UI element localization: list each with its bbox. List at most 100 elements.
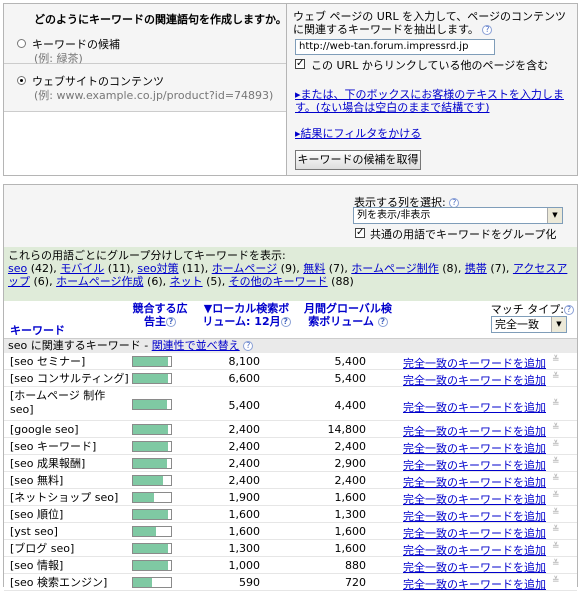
competition-bar-fill	[133, 374, 169, 383]
table-header: キーワード 競合する広告主? ▼ローカル検索ボリューム: 12月? 月間グローバ…	[4, 301, 577, 339]
global-volume-cell: 14,800	[327, 423, 367, 436]
dropdown-arrow-icon: ▼	[547, 208, 562, 223]
competition-bar-fill	[133, 544, 169, 553]
keyword-cell: [ブログ seo]	[10, 542, 75, 555]
filter-results-link[interactable]: ▸結果にフィルタをかける	[295, 125, 421, 141]
include-links-label: この URL からリンクしている他のページを含む	[311, 59, 549, 72]
keyword-cell: [seo 成果報酬]	[10, 457, 86, 470]
local-volume-cell: 1,600	[228, 508, 261, 521]
columns-select[interactable]: 列を表示/非表示 ▼	[353, 207, 563, 224]
competition-bar	[132, 560, 172, 571]
competition-bar-fill	[133, 527, 156, 536]
local-volume-cell: 1,900	[228, 491, 261, 504]
add-exact-keyword-link[interactable]: 完全一致のキーワードを追加	[403, 542, 546, 558]
group-term-link[interactable]: 携帯	[465, 262, 487, 275]
url-instruction: ウェブ ページの URL を入力して、ページのコンテンツに関連するキーワードを抽…	[293, 10, 566, 36]
add-exact-keyword-link[interactable]: 完全一致のキーワードを追加	[403, 372, 546, 388]
chevron-down-icon[interactable]: ≚	[552, 474, 560, 484]
help-icon[interactable]: ?	[377, 317, 388, 327]
col-header-competition[interactable]: 競合する広告主?	[129, 302, 191, 328]
help-icon[interactable]: ?	[166, 317, 176, 327]
custom-text-link[interactable]: ▸または、下のボックスにお客様のテキストを入力します。(ない場合は空白のままで結…	[295, 88, 573, 114]
chevron-down-icon[interactable]: ≚	[552, 542, 560, 552]
keyword-cell: [seo キーワード]	[10, 440, 97, 453]
help-icon[interactable]: ?	[280, 317, 291, 327]
local-volume-cell: 590	[239, 576, 260, 589]
chevron-down-icon[interactable]: ≚	[552, 423, 560, 433]
group-term-link[interactable]: 無料	[303, 262, 325, 275]
chevron-down-icon[interactable]: ≚	[552, 372, 560, 382]
col-header-global-volume[interactable]: 月間グローバル検索ボリューム ?	[302, 302, 394, 328]
add-exact-keyword-link[interactable]: 完全一致のキーワードを追加	[403, 457, 546, 473]
table-row: [ホームページ 制作 seo] 5,400 4,400 完全一致のキーワードを追加 ≚	[4, 387, 577, 421]
competition-bar-fill	[133, 561, 169, 570]
group-term-link[interactable]: ホームページ作成	[56, 275, 143, 288]
group-term-link[interactable]: ホームページ制作	[351, 262, 438, 275]
add-exact-keyword-link[interactable]: 完全一致のキーワードを追加	[403, 576, 546, 592]
add-exact-keyword-link[interactable]: 完全一致のキーワードを追加	[403, 491, 546, 507]
help-icon[interactable]: ?	[243, 341, 254, 351]
source-options-pane: どのようにキーワードの関連語句を作成しますか。 キーワードの候補 (例: 緑茶)…	[4, 4, 287, 175]
global-volume-cell: 4,400	[334, 399, 367, 412]
col-header-local-volume[interactable]: ▼ローカル検索ボリューム: 12月?	[199, 302, 294, 328]
competition-bar	[132, 356, 172, 367]
add-exact-keyword-link[interactable]: 完全一致のキーワードを追加	[403, 525, 546, 541]
group-term-count: (6),	[30, 275, 57, 288]
url-input[interactable]: http://web-tan.forum.impressrd.jp	[295, 39, 495, 55]
local-volume-cell: 2,400	[228, 423, 261, 436]
competition-bar-fill	[133, 425, 169, 434]
keyword-option-radio[interactable]	[17, 39, 26, 48]
add-exact-keyword-link[interactable]: 完全一致のキーワードを追加	[403, 423, 546, 439]
group-term-link[interactable]: ホームページ	[212, 262, 277, 275]
group-intro: これらの用語ごとにグループ分けしてキーワードを表示:	[8, 249, 286, 262]
chevron-down-icon[interactable]: ≚	[552, 355, 560, 365]
chevron-down-icon[interactable]: ≚	[552, 576, 560, 586]
global-volume-cell: 5,400	[334, 355, 367, 368]
global-volume-cell: 2,400	[334, 474, 367, 487]
results-toolbar: 表示する列を選択: ? 列を表示/非表示 ▼ ✓ 共通の用語でキーワードをグループ…	[4, 185, 577, 247]
group-term-link[interactable]: ネット	[170, 275, 203, 288]
add-exact-keyword-link[interactable]: 完全一致のキーワードを追加	[403, 355, 546, 371]
help-icon[interactable]: ?	[482, 25, 493, 35]
match-type-select[interactable]: 完全一致 ▼	[491, 316, 567, 333]
global-volume-cell: 1,300	[334, 508, 367, 521]
chevron-down-icon[interactable]: ≚	[552, 491, 560, 501]
help-icon[interactable]: ?	[564, 305, 574, 315]
add-exact-keyword-link[interactable]: 完全一致のキーワードを追加	[403, 508, 546, 524]
chevron-down-icon[interactable]: ≚	[552, 457, 560, 467]
chevron-down-icon[interactable]: ≚	[552, 525, 560, 535]
group-term-link[interactable]: seo	[8, 262, 27, 275]
group-term-count: (11),	[178, 262, 212, 275]
add-exact-keyword-link[interactable]: 完全一致のキーワードを追加	[403, 440, 546, 456]
group-common-checkbox[interactable]: ✓	[355, 228, 365, 238]
chevron-down-icon[interactable]: ≚	[552, 508, 560, 518]
website-option-hint: (例: www.example.co.jp/product?id=74893)	[34, 89, 274, 102]
website-option-radio[interactable]	[17, 76, 26, 85]
keyword-cell: [seo 順位]	[10, 508, 64, 521]
chevron-down-icon[interactable]: ≚	[552, 559, 560, 569]
sort-by-relevance-link[interactable]: 関連性で並べ替え	[152, 339, 240, 352]
add-exact-keyword-link[interactable]: 完全一致のキーワードを追加	[403, 559, 546, 575]
competition-bar	[132, 526, 172, 537]
group-term-count: (7),	[486, 262, 513, 275]
table-row: [seo セミナー] 8,100 5,400 完全一致のキーワードを追加 ≚	[4, 353, 577, 370]
group-term-link[interactable]: seo対策	[137, 262, 178, 275]
group-term-list: seo (42), モバイル (11), seo対策 (11), ホームページ …	[8, 262, 573, 288]
add-exact-keyword-link[interactable]: 完全一致のキーワードを追加	[403, 474, 546, 490]
chevron-down-icon[interactable]: ≚	[552, 399, 560, 409]
group-term-link[interactable]: その他のキーワード	[229, 275, 328, 288]
competition-bar-fill	[133, 357, 169, 366]
add-exact-keyword-link[interactable]: 完全一致のキーワードを追加	[403, 399, 546, 415]
competition-bar	[132, 398, 172, 410]
chevron-down-icon[interactable]: ≚	[552, 440, 560, 450]
group-term-link[interactable]: モバイル	[60, 262, 104, 275]
get-keywords-button[interactable]: キーワードの候補を取得	[295, 150, 421, 170]
col-header-keyword[interactable]: キーワード	[10, 324, 65, 337]
competition-bar	[132, 543, 172, 554]
competition-bar-fill	[133, 442, 169, 451]
competition-bar	[132, 373, 172, 384]
group-term-count: (88)	[327, 275, 354, 288]
competition-bar	[132, 509, 172, 520]
competition-bar-fill	[133, 399, 168, 409]
include-links-checkbox[interactable]: ✓	[295, 59, 305, 69]
